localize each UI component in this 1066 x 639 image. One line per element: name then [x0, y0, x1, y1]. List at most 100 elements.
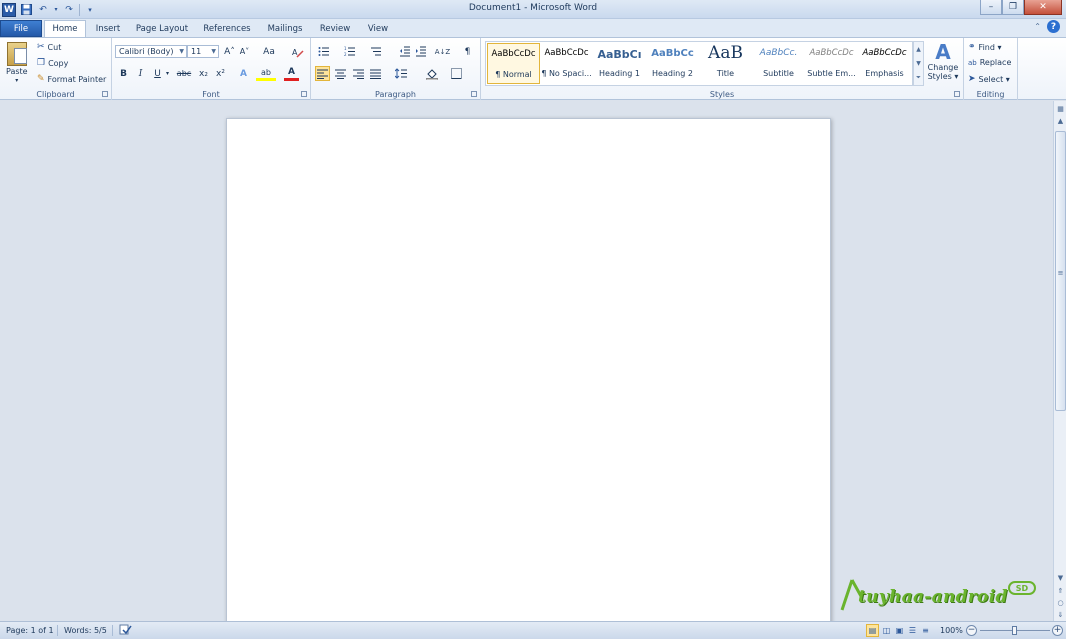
underline-dropdown-icon[interactable]: ▾ [163, 66, 172, 81]
sort-button[interactable]: A↓Z [435, 44, 450, 59]
zoom-level[interactable]: 100% [940, 626, 963, 635]
style-no-spacing[interactable]: AaBbCcDc ¶ No Spaci... [540, 43, 593, 84]
browse-object-icon[interactable]: ○ [1055, 597, 1066, 608]
tab-insert[interactable]: Insert [88, 20, 128, 37]
copy-label: Copy [48, 58, 69, 68]
shrink-font-button[interactable]: A˅ [237, 44, 252, 59]
copy-button[interactable]: ❐ Copy [37, 58, 68, 68]
print-layout-icon[interactable]: ▤ [866, 624, 879, 637]
style-heading-2[interactable]: AaBbCc Heading 2 [646, 43, 699, 84]
scroll-down-icon[interactable]: ▼ [1055, 572, 1066, 583]
find-button[interactable]: ⚭ Find ▾ [968, 42, 1002, 52]
show-formatting-marks-button[interactable]: ¶ [460, 44, 475, 59]
draft-icon[interactable]: ≡ [919, 624, 932, 637]
multilevel-list-icon[interactable] [368, 44, 383, 59]
text-effects-button[interactable]: A [236, 66, 251, 81]
zoom-out-icon[interactable]: − [966, 625, 977, 636]
minimize-ribbon-icon[interactable]: ⌃ [1034, 22, 1041, 31]
window-controls: – ❐ ✕ [980, 0, 1062, 15]
bold-button[interactable]: B [116, 66, 131, 81]
font-launcher-icon[interactable] [301, 91, 307, 97]
help-icon[interactable]: ? [1047, 20, 1060, 33]
vertical-scrollbar[interactable]: ▦ ▲ ≡ ▼ ⇑ ○ ⇓ [1053, 101, 1066, 621]
svg-text:2: 2 [344, 52, 347, 57]
format-painter-label: Format Painter [47, 74, 107, 84]
font-group-label: Font [202, 90, 220, 99]
style-sample: AaBbCc. [759, 48, 798, 58]
style-title[interactable]: AaB Title [699, 43, 752, 84]
superscript-button[interactable]: x² [213, 66, 228, 81]
proofing-icon[interactable] [119, 624, 132, 638]
paragraph-launcher-icon[interactable] [471, 91, 477, 97]
gallery-more-icon[interactable]: ⏷ [916, 74, 921, 82]
grow-font-button[interactable]: A˄ [222, 44, 237, 59]
cut-button[interactable]: ✂ Cut [37, 42, 61, 52]
previous-page-icon[interactable]: ⇑ [1055, 585, 1066, 596]
paste-button[interactable]: Paste ▾ [6, 42, 28, 84]
editing-group-label: Editing [976, 90, 1005, 99]
clipboard-launcher-icon[interactable] [102, 91, 108, 97]
close-button[interactable]: ✕ [1024, 0, 1062, 15]
tab-page-layout[interactable]: Page Layout [133, 20, 191, 37]
highlight-button[interactable]: ab [256, 66, 276, 81]
align-center-icon[interactable] [333, 66, 348, 81]
bullets-icon[interactable] [316, 44, 331, 59]
tab-home[interactable]: Home [44, 20, 86, 37]
shading-icon[interactable] [424, 66, 439, 81]
style-subtle-emphasis[interactable]: AaBbCcDc Subtle Em... [805, 43, 858, 84]
minimize-button[interactable]: – [980, 0, 1002, 15]
strikethrough-button[interactable]: abc [174, 66, 194, 81]
style-name: Subtitle [763, 69, 794, 78]
style-subtitle[interactable]: AaBbCc. Subtitle [752, 43, 805, 84]
style-normal[interactable]: AaBbCcDc ¶ Normal [487, 43, 540, 84]
change-styles-button[interactable]: A Change Styles ▾ [926, 41, 960, 81]
style-emphasis[interactable]: AaBbCcDc Emphasis [858, 43, 911, 84]
view-ruler-icon[interactable]: ▦ [1055, 103, 1066, 114]
increase-indent-icon[interactable] [413, 44, 428, 59]
clear-formatting-icon[interactable]: A [290, 44, 305, 59]
tab-mailings[interactable]: Mailings [263, 20, 307, 37]
borders-icon[interactable] [449, 66, 464, 81]
paragraph-group-label: Paragraph [375, 90, 416, 99]
line-spacing-icon[interactable] [393, 66, 408, 81]
styles-gallery-scroll[interactable]: ▲ ▼ ⏷ [913, 41, 924, 86]
change-case-button[interactable]: Aa [259, 44, 279, 59]
replace-button[interactable]: ab Replace [968, 58, 1011, 67]
gallery-up-icon[interactable]: ▲ [916, 46, 921, 53]
subscript-button[interactable]: x₂ [196, 66, 211, 81]
style-name: ¶ Normal [495, 70, 532, 79]
italic-button[interactable]: I [133, 66, 148, 81]
zoom-in-icon[interactable]: + [1052, 625, 1063, 636]
align-right-icon[interactable] [351, 66, 366, 81]
style-sample: AaBbCc [651, 48, 694, 59]
tab-file[interactable]: File [0, 20, 42, 37]
full-screen-reading-icon[interactable]: ◫ [880, 624, 893, 637]
font-name-combo[interactable]: Calibri (Body) ▼ [115, 45, 187, 58]
zoom-slider-thumb[interactable] [1012, 626, 1017, 635]
align-left-icon[interactable] [315, 66, 330, 81]
page-count[interactable]: Page: 1 of 1 [6, 626, 54, 635]
gallery-down-icon[interactable]: ▼ [916, 60, 921, 67]
select-button[interactable]: ➤ Select ▾ [968, 74, 1010, 84]
scroll-up-icon[interactable]: ▲ [1055, 115, 1066, 126]
document-page[interactable] [226, 118, 831, 628]
justify-icon[interactable] [368, 66, 383, 81]
next-page-icon[interactable]: ⇓ [1055, 609, 1066, 620]
web-layout-icon[interactable]: ▣ [893, 624, 906, 637]
numbering-icon[interactable]: 12 [342, 44, 357, 59]
tab-review[interactable]: Review [315, 20, 355, 37]
style-heading-1[interactable]: AaBbCı Heading 1 [593, 43, 646, 84]
tab-view[interactable]: View [362, 20, 394, 37]
decrease-indent-icon[interactable] [397, 44, 412, 59]
styles-launcher-icon[interactable] [954, 91, 960, 97]
status-separator [112, 625, 113, 636]
format-painter-button[interactable]: ✎ Format Painter [37, 74, 106, 84]
font-size-combo[interactable]: 11 ▼ [187, 45, 219, 58]
outline-icon[interactable]: ☰ [906, 624, 919, 637]
font-color-button[interactable]: A [284, 66, 299, 81]
tab-references[interactable]: References [199, 20, 255, 37]
word-count[interactable]: Words: 5/5 [64, 626, 107, 635]
maximize-button[interactable]: ❐ [1002, 0, 1024, 15]
paste-label: Paste [6, 67, 28, 76]
styles-group-label: Styles [709, 90, 735, 99]
